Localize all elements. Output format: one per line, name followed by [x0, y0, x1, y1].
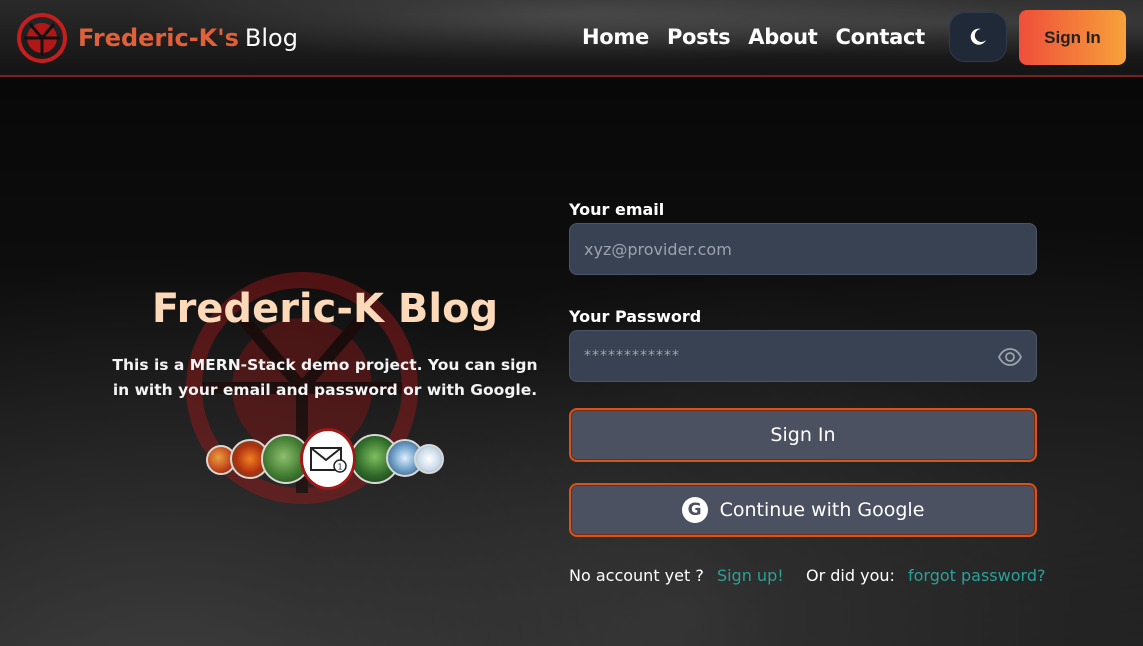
nav-about[interactable]: About [748, 25, 818, 49]
no-account-text: No account yet ? [569, 566, 704, 585]
google-signin-button[interactable]: G Continue with Google [569, 483, 1037, 537]
svg-text:1: 1 [337, 463, 342, 472]
forgot-prompt: Or did you: forgot password? [806, 566, 1045, 585]
mail-avatar: 1 [300, 428, 356, 490]
forgot-password-link[interactable]: forgot password? [908, 566, 1045, 585]
avatar-carousel: 1 [206, 428, 446, 490]
top-navbar: Frederic-K's Blog Home Posts About Contac… [0, 0, 1143, 77]
hero-title: Frederic-K Blog [151, 286, 499, 332]
nav-home[interactable]: Home [582, 25, 649, 49]
moon-icon [970, 28, 986, 45]
header-signin-button[interactable]: Sign In [1019, 10, 1126, 65]
google-icon: G [681, 497, 708, 523]
signup-prompt: No account yet ? Sign up! [569, 566, 784, 585]
main-nav: Home Posts About Contact [582, 25, 943, 49]
email-field[interactable]: xyz@provider.com [569, 223, 1037, 275]
nav-contact[interactable]: Contact [836, 25, 926, 49]
forgot-prefix: Or did you: [806, 566, 895, 585]
mail-icon: 1 [310, 447, 347, 473]
brand-title[interactable]: Frederic-K's Blog [78, 24, 298, 52]
password-label: Your Password [569, 307, 702, 326]
password-value: ************ [584, 348, 680, 364]
eye-icon[interactable] [998, 345, 1022, 369]
brand-secondary: Blog [244, 24, 298, 52]
google-button-label: Continue with Google [719, 499, 925, 521]
signup-link[interactable]: Sign up! [717, 566, 784, 585]
email-label: Your email [569, 200, 665, 219]
avatar [414, 444, 444, 474]
hero-description: This is a MERN-Stack demo project. You c… [112, 356, 538, 399]
theme-toggle-button[interactable] [949, 12, 1007, 62]
password-field[interactable]: ************ [569, 330, 1037, 382]
brand-primary: Frederic-K's [78, 24, 239, 52]
nav-posts[interactable]: Posts [667, 25, 731, 49]
signin-button[interactable]: Sign In [569, 408, 1037, 462]
logo-icon[interactable] [16, 12, 68, 64]
